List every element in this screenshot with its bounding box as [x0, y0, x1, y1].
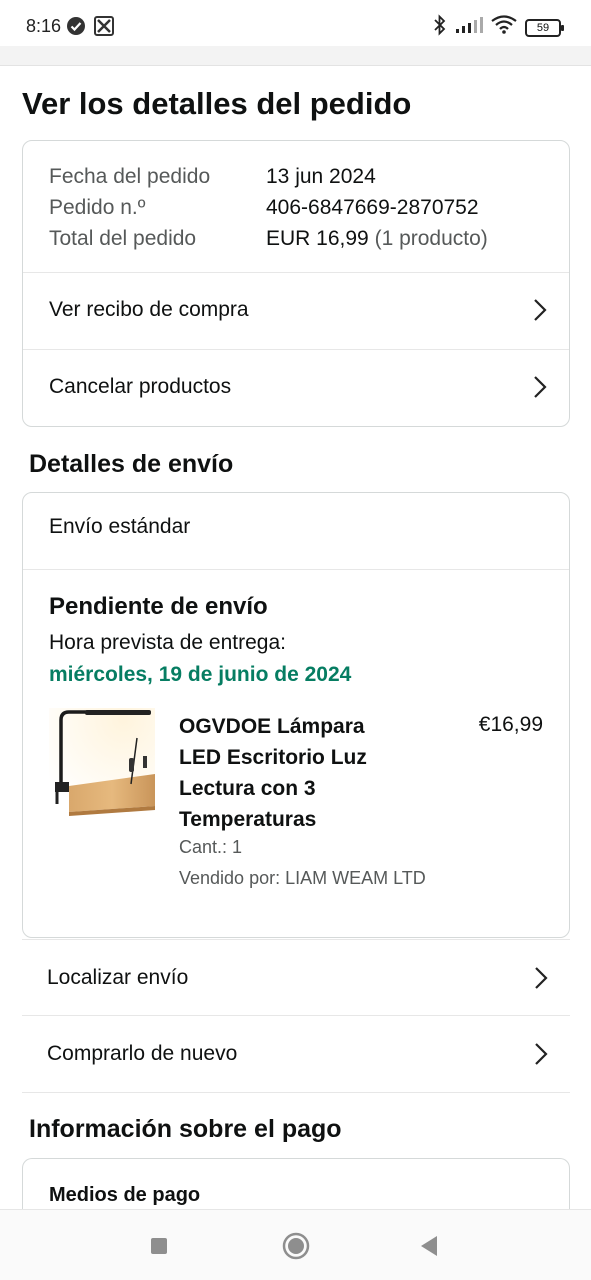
buy-again-link[interactable]: Comprarlo de nuevo [22, 1015, 570, 1091]
bluetooth-icon [433, 14, 447, 41]
payment-methods-title: Medios de pago [49, 1184, 201, 1206]
cancel-products-label: Cancelar productos [49, 375, 232, 398]
order-total-count: (1 producto) [374, 227, 488, 250]
shipping-section-title: Detalles de envío [29, 450, 234, 478]
signal-icon [455, 16, 483, 39]
app-icon [94, 16, 114, 41]
status-time: 8:16 [26, 16, 62, 36]
battery-icon: 59 [525, 18, 564, 37]
chevron-right-icon [535, 1043, 548, 1065]
view-receipt-label: Ver recibo de compra [49, 298, 249, 321]
order-summary-rows: Fecha del pedido 13 jun 2024 Pedido n.º … [49, 162, 488, 255]
top-divider-strip [0, 46, 591, 66]
payment-section-title: Información sobre el pago [29, 1115, 342, 1143]
divider [23, 569, 569, 570]
view-receipt-link[interactable]: Ver recibo de compra [23, 272, 569, 348]
recents-square-icon[interactable] [150, 1237, 168, 1260]
status-bar: 8:16 59 [0, 0, 591, 46]
buy-again-label: Comprarlo de nuevo [47, 1041, 238, 1065]
order-number-label: Pedido n.º [49, 196, 146, 219]
back-triangle-icon[interactable] [420, 1235, 438, 1262]
product-price: €16,99 [478, 713, 543, 736]
product-seller: Vendido por: LIAM WEAM LTD [179, 868, 426, 888]
order-date-row: Fecha del pedido 13 jun 2024 [49, 162, 488, 193]
order-number-row: Pedido n.º 406-6847669-2870752 [49, 193, 488, 224]
product-quantity: Cant.: 1 [179, 837, 243, 857]
chevron-right-icon [535, 967, 548, 989]
shipping-card: Envío estándar Pendiente de envío Hora p… [22, 492, 570, 938]
delivery-eta-label: Hora prevista de entrega: [49, 631, 286, 654]
wifi-icon [491, 15, 517, 40]
desk-lamp-product-image[interactable] [49, 708, 155, 820]
order-summary-card: Fecha del pedido 13 jun 2024 Pedido n.º … [22, 140, 570, 427]
order-total-value: EUR 16,99 (1 producto) [266, 224, 488, 255]
home-circle-icon[interactable] [282, 1232, 310, 1265]
page-title: Ver los detalles del pedido [22, 86, 412, 121]
delivery-eta-date: miércoles, 19 de junio de 2024 [49, 663, 352, 686]
status-left-icons [66, 16, 114, 41]
order-date-value: 13 jun 2024 [266, 165, 376, 188]
chevron-right-icon [534, 299, 547, 321]
order-total-label: Total del pedido [49, 227, 197, 250]
order-date-label: Fecha del pedido [49, 165, 211, 188]
track-shipment-link[interactable]: Localizar envío [22, 939, 570, 1015]
track-shipment-label: Localizar envío [47, 965, 189, 989]
chevron-right-icon [534, 376, 547, 398]
order-total-amount: EUR 16,99 [266, 227, 369, 250]
check-circle-icon [66, 16, 86, 41]
system-nav-bar [0, 1209, 591, 1280]
shipping-method: Envío estándar [49, 515, 191, 538]
order-number-value: 406-6847669-2870752 [266, 196, 479, 219]
order-total-row: Total del pedido EUR 16,99 (1 producto) [49, 224, 488, 255]
product-title[interactable]: OGVDOE Lámpara LED Escritorio Luz Lectur… [179, 711, 409, 835]
shipping-status: Pendiente de envío [49, 593, 268, 620]
cancel-products-link[interactable]: Cancelar productos [23, 349, 569, 425]
divider [22, 1092, 570, 1093]
status-right-icons: 59 [433, 14, 564, 41]
